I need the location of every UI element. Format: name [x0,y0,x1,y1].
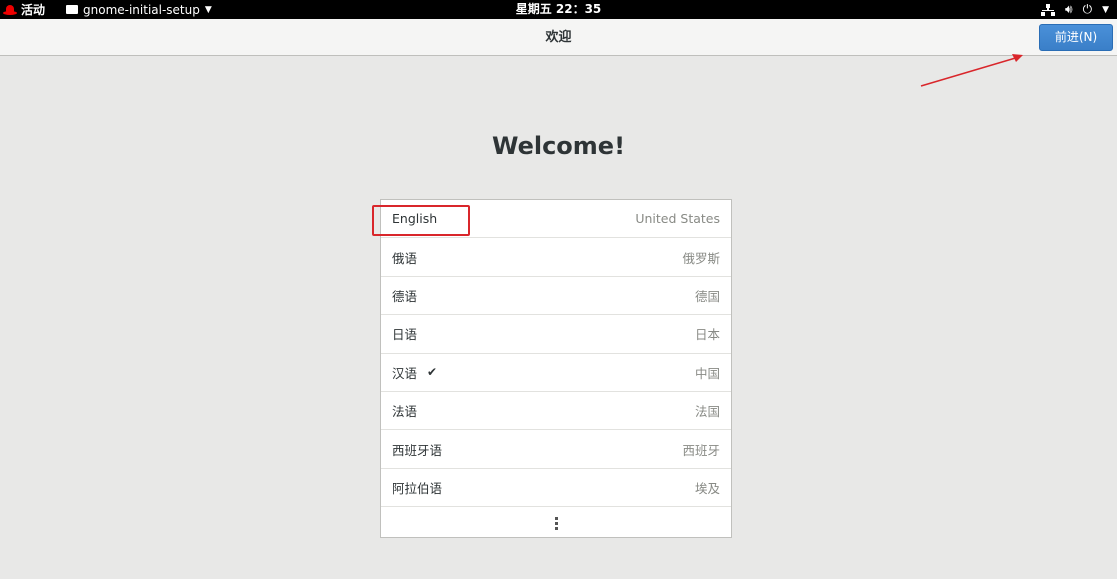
language-region: 德国 [694,288,720,304]
chevron-down-icon: ▼ [1102,4,1109,15]
language-region: 中国 [694,365,720,381]
language-name-label: 汉语 [392,365,418,381]
language-name-label: 德语 [392,288,418,304]
language-name-label: 西班牙语 [392,442,443,458]
chevron-down-icon: ▼ [204,4,212,15]
language-name: 法语 [392,401,417,420]
language-region: United States [635,211,720,227]
next-button[interactable]: 前进(N) [1039,24,1113,51]
language-name: 俄语 [392,248,417,267]
app-menu[interactable]: gnome-initial-setup ▼ [66,1,212,18]
language-list: English United States 俄语 俄罗斯德语 德国日语 日本汉语 ✔ 中国法语… [380,199,732,538]
welcome-heading: Welcome! [491,132,626,160]
more-vertical-icon [554,516,558,530]
language-row[interactable]: 阿拉伯语 埃及 [381,469,731,508]
top-bar: 活动 gnome-initial-setup ▼ 星期五 22：35 🔊︎ ⏻ … [0,0,1117,19]
language-name: English [392,211,437,226]
language-row[interactable]: 日语 日本 [381,315,731,354]
language-row[interactable]: 德语 德国 [381,277,731,316]
language-name-label: 日语 [392,327,418,343]
activities-button[interactable]: 活动 [3,1,45,18]
language-row[interactable]: 西班牙语 西班牙 [381,430,731,469]
clock-label[interactable]: 星期五 22：35 [516,2,602,16]
volume-icon: 🔊︎ [1065,2,1073,16]
language-region: 西班牙 [682,442,720,458]
language-region: 俄罗斯 [682,250,720,266]
language-name: 德语 [392,286,417,305]
checkmark-icon: ✔ [427,365,438,380]
app-menu-label: gnome-initial-setup [83,2,200,17]
language-name: 日语 [392,324,417,343]
language-name-label: 阿拉伯语 [392,480,443,496]
power-icon: ⏻ [1082,2,1093,16]
language-row[interactable]: 汉语 ✔ 中国 [381,354,731,392]
annotation-arrow-icon [920,54,1023,87]
language-region: 日本 [694,327,720,343]
network-icon [1041,3,1056,16]
language-name-label: 法语 [392,404,418,420]
system-status-menu[interactable]: 🔊︎ ⏻ ▼ [1041,1,1109,18]
language-name: 汉语 ✔ [392,363,437,382]
language-row[interactable]: 俄语 俄罗斯 [381,238,731,277]
more-languages-button[interactable] [381,507,731,539]
language-name-label: English [392,211,438,227]
window-icon [66,5,78,14]
language-row[interactable]: 法语 法国 [381,392,731,431]
language-name: 阿拉伯语 [392,478,442,497]
language-name: 西班牙语 [392,440,442,459]
language-name-label: 俄语 [392,250,418,266]
activities-label: 活动 [21,3,46,17]
language-region: 埃及 [694,480,720,496]
redhat-logo-icon [3,4,17,15]
language-region: 法国 [694,404,720,420]
language-row[interactable]: English United States [381,200,731,239]
